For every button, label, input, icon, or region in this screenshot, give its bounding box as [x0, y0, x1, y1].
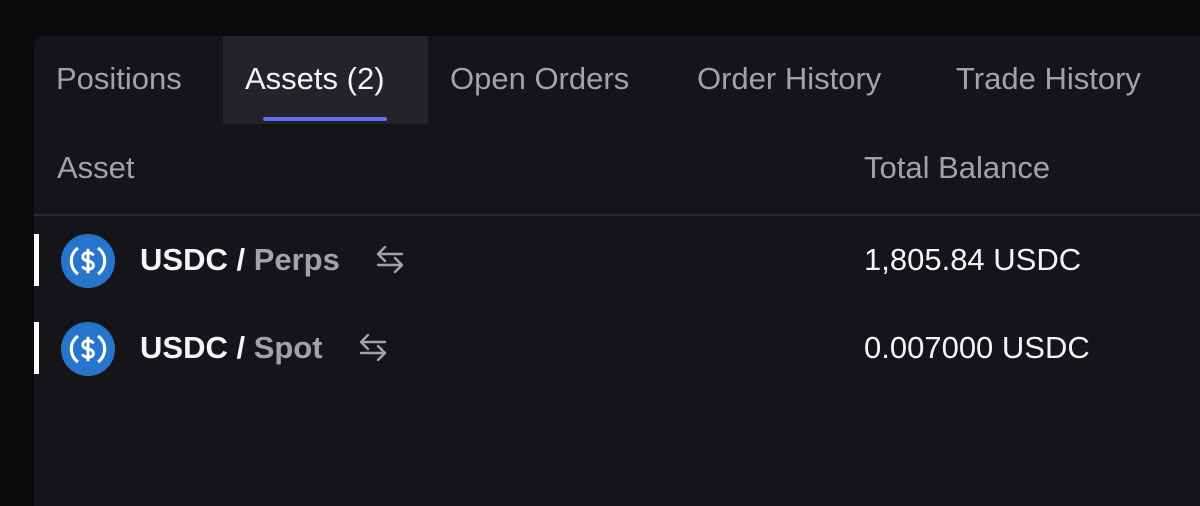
asset-separator: /	[227, 330, 254, 365]
asset-name: USDC / Perps	[140, 230, 406, 290]
asset-account: Spot	[253, 330, 323, 365]
usdc-icon	[61, 234, 115, 288]
row-marker	[34, 234, 39, 286]
table-row[interactable]: USDC / Perps 1,805.84 USDC	[34, 230, 1200, 290]
tab-open-orders[interactable]: Open Orders	[450, 36, 629, 124]
tab-bar: Positions Assets (2) Open Orders Order H…	[34, 36, 1200, 124]
tab-positions[interactable]: Positions	[56, 36, 182, 124]
swap-arrows-icon[interactable]	[357, 332, 389, 362]
table-row[interactable]: USDC / Spot 0.007000 USDC	[34, 318, 1200, 378]
asset-coin: USDC	[140, 242, 228, 277]
asset-account: Perps	[253, 242, 340, 277]
column-header-total-balance[interactable]: Total Balance	[864, 124, 1050, 212]
swap-arrows-icon[interactable]	[374, 244, 406, 274]
assets-panel: Positions Assets (2) Open Orders Order H…	[34, 36, 1200, 506]
tab-trade-history[interactable]: Trade History	[956, 36, 1141, 124]
asset-coin: USDC	[140, 330, 228, 365]
asset-name: USDC / Spot	[140, 318, 389, 378]
row-marker	[34, 322, 39, 374]
tab-order-history[interactable]: Order History	[697, 36, 881, 124]
tab-assets-label: Assets (2)	[245, 61, 385, 96]
table-header: Asset Total Balance	[34, 124, 1200, 216]
tab-assets[interactable]: Assets (2)	[223, 36, 428, 124]
active-tab-indicator	[263, 117, 387, 121]
usdc-icon	[61, 322, 115, 376]
column-header-asset[interactable]: Asset	[57, 124, 135, 212]
asset-separator: /	[227, 242, 254, 277]
total-balance: 0.007000 USDC	[864, 330, 1090, 365]
total-balance: 1,805.84 USDC	[864, 242, 1082, 277]
